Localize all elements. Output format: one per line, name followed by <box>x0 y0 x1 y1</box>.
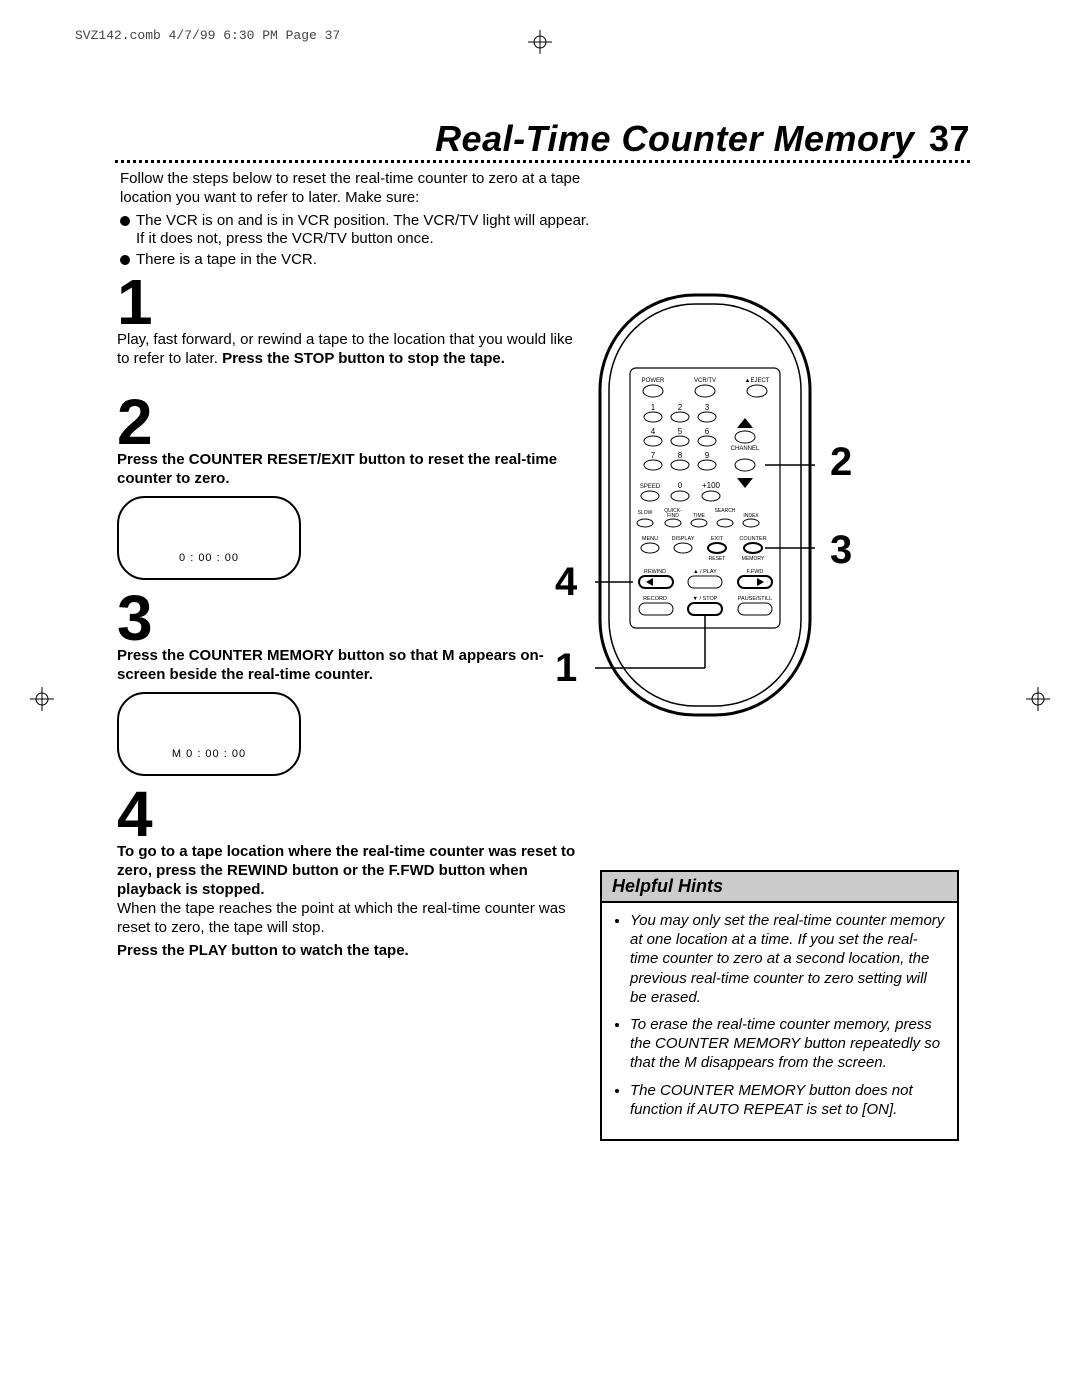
step-number: 1 <box>117 274 577 332</box>
tv-screen-inset: 0 : 00 : 00 <box>117 496 301 580</box>
callout-3: 3 <box>830 528 852 573</box>
page: SVZ142.comb 4/7/99 6:30 PM Page 37 Real-… <box>0 0 1080 1397</box>
print-slug: SVZ142.comb 4/7/99 6:30 PM Page 37 <box>75 28 340 43</box>
svg-text:▲EJECT: ▲EJECT <box>745 378 770 384</box>
step-text-bold: To go to a tape location where the real-… <box>117 842 577 900</box>
svg-text:SLOW: SLOW <box>638 510 653 516</box>
step-body: Play, fast forward, or rewind a tape to … <box>117 330 577 368</box>
page-title: Real-Time Counter Memory <box>435 118 914 159</box>
bullet-text: The VCR is on and is in VCR position. Th… <box>136 212 590 250</box>
dotted-rule <box>115 160 970 163</box>
step-text-bold: Press the PLAY button to watch the tape. <box>117 941 577 960</box>
svg-text:0: 0 <box>678 481 683 490</box>
svg-text:DISPLAY: DISPLAY <box>672 536 695 542</box>
registration-mark-right <box>1026 687 1050 711</box>
svg-text:CHANNEL: CHANNEL <box>731 446 760 452</box>
svg-text:F.FWD: F.FWD <box>747 569 764 575</box>
helpful-hints-box: Helpful Hints You may only set the real-… <box>600 870 959 1141</box>
step-number: 3 <box>117 590 577 648</box>
counter-display: 0 : 00 : 00 <box>119 552 299 564</box>
svg-text:RECORD: RECORD <box>643 596 667 602</box>
svg-text:4: 4 <box>651 427 656 436</box>
step-number: 2 <box>117 394 577 452</box>
hint-item: To erase the real-time counter memory, p… <box>630 1015 945 1073</box>
hint-item: The COUNTER MEMORY button does not funct… <box>630 1081 945 1119</box>
svg-text:COUNTER: COUNTER <box>739 536 766 542</box>
svg-text:8: 8 <box>678 451 683 460</box>
registration-mark-left <box>30 687 54 711</box>
svg-text:INDEX: INDEX <box>743 513 759 519</box>
svg-text:POWER: POWER <box>642 378 665 384</box>
callout-2: 2 <box>830 440 852 485</box>
svg-text:FIND: FIND <box>667 513 679 519</box>
svg-text:RESET: RESET <box>709 556 726 562</box>
hints-title: Helpful Hints <box>602 872 957 903</box>
svg-text:9: 9 <box>705 451 710 460</box>
svg-text:PAUSE/STILL: PAUSE/STILL <box>738 596 772 602</box>
hint-item: You may only set the real-time counter m… <box>630 911 945 1007</box>
svg-text:▲ / PLAY: ▲ / PLAY <box>693 569 717 575</box>
svg-text:SPEED: SPEED <box>640 484 661 490</box>
svg-text:EXIT: EXIT <box>711 536 724 542</box>
remote-illustration: POWER VCR/TV ▲EJECT 1 2 3 4 5 6 7 8 9 CHANNEL <box>595 290 815 720</box>
bullet-icon <box>120 255 130 265</box>
bullet-icon <box>120 216 130 226</box>
svg-text:TIME: TIME <box>693 513 706 519</box>
svg-text:7: 7 <box>651 451 656 460</box>
hints-body: You may only set the real-time counter m… <box>602 903 957 1139</box>
steps-column: 1 Play, fast forward, or rewind a tape t… <box>117 268 577 961</box>
step-body: Press the COUNTER RESET/EXIT button to r… <box>117 450 577 488</box>
bullet-text: There is a tape in the VCR. <box>136 251 317 270</box>
svg-text:2: 2 <box>678 403 683 412</box>
svg-text:MENU: MENU <box>642 536 658 542</box>
step-body: To go to a tape location where the real-… <box>117 842 577 961</box>
page-number: 37 <box>929 118 970 159</box>
bullet-item: The VCR is on and is in VCR position. Th… <box>120 212 590 250</box>
step-number: 4 <box>117 786 577 844</box>
svg-text:VCR/TV: VCR/TV <box>694 378 716 384</box>
tv-screen-inset: M 0 : 00 : 00 <box>117 692 301 776</box>
svg-text:▼ / STOP: ▼ / STOP <box>693 596 718 602</box>
step-text: When the tape reaches the point at which… <box>117 899 577 937</box>
svg-text:3: 3 <box>705 403 710 412</box>
svg-text:MEMORY: MEMORY <box>742 556 765 562</box>
counter-display: M 0 : 00 : 00 <box>119 748 299 760</box>
intro-lead: Follow the steps below to reset the real… <box>120 170 590 208</box>
svg-text:5: 5 <box>678 427 683 436</box>
intro-bullets: The VCR is on and is in VCR position. Th… <box>120 212 590 270</box>
callout-4: 4 <box>555 560 577 605</box>
svg-text:6: 6 <box>705 427 710 436</box>
svg-text:REWIND: REWIND <box>644 569 666 575</box>
step-text-bold: Press the STOP button to stop the tape. <box>222 350 505 367</box>
remote-svg: POWER VCR/TV ▲EJECT 1 2 3 4 5 6 7 8 9 CHANNEL <box>595 290 815 720</box>
svg-text:+100: +100 <box>702 481 721 490</box>
callout-1: 1 <box>555 646 577 691</box>
page-title-block: Real-Time Counter Memory 37 <box>435 118 970 160</box>
registration-mark-top <box>528 30 552 54</box>
bullet-item: There is a tape in the VCR. <box>120 251 590 270</box>
svg-text:SEARCH: SEARCH <box>715 508 736 514</box>
svg-text:1: 1 <box>651 403 656 412</box>
step-body: Press the COUNTER MEMORY button so that … <box>117 646 577 684</box>
intro-text: Follow the steps below to reset the real… <box>120 170 590 270</box>
